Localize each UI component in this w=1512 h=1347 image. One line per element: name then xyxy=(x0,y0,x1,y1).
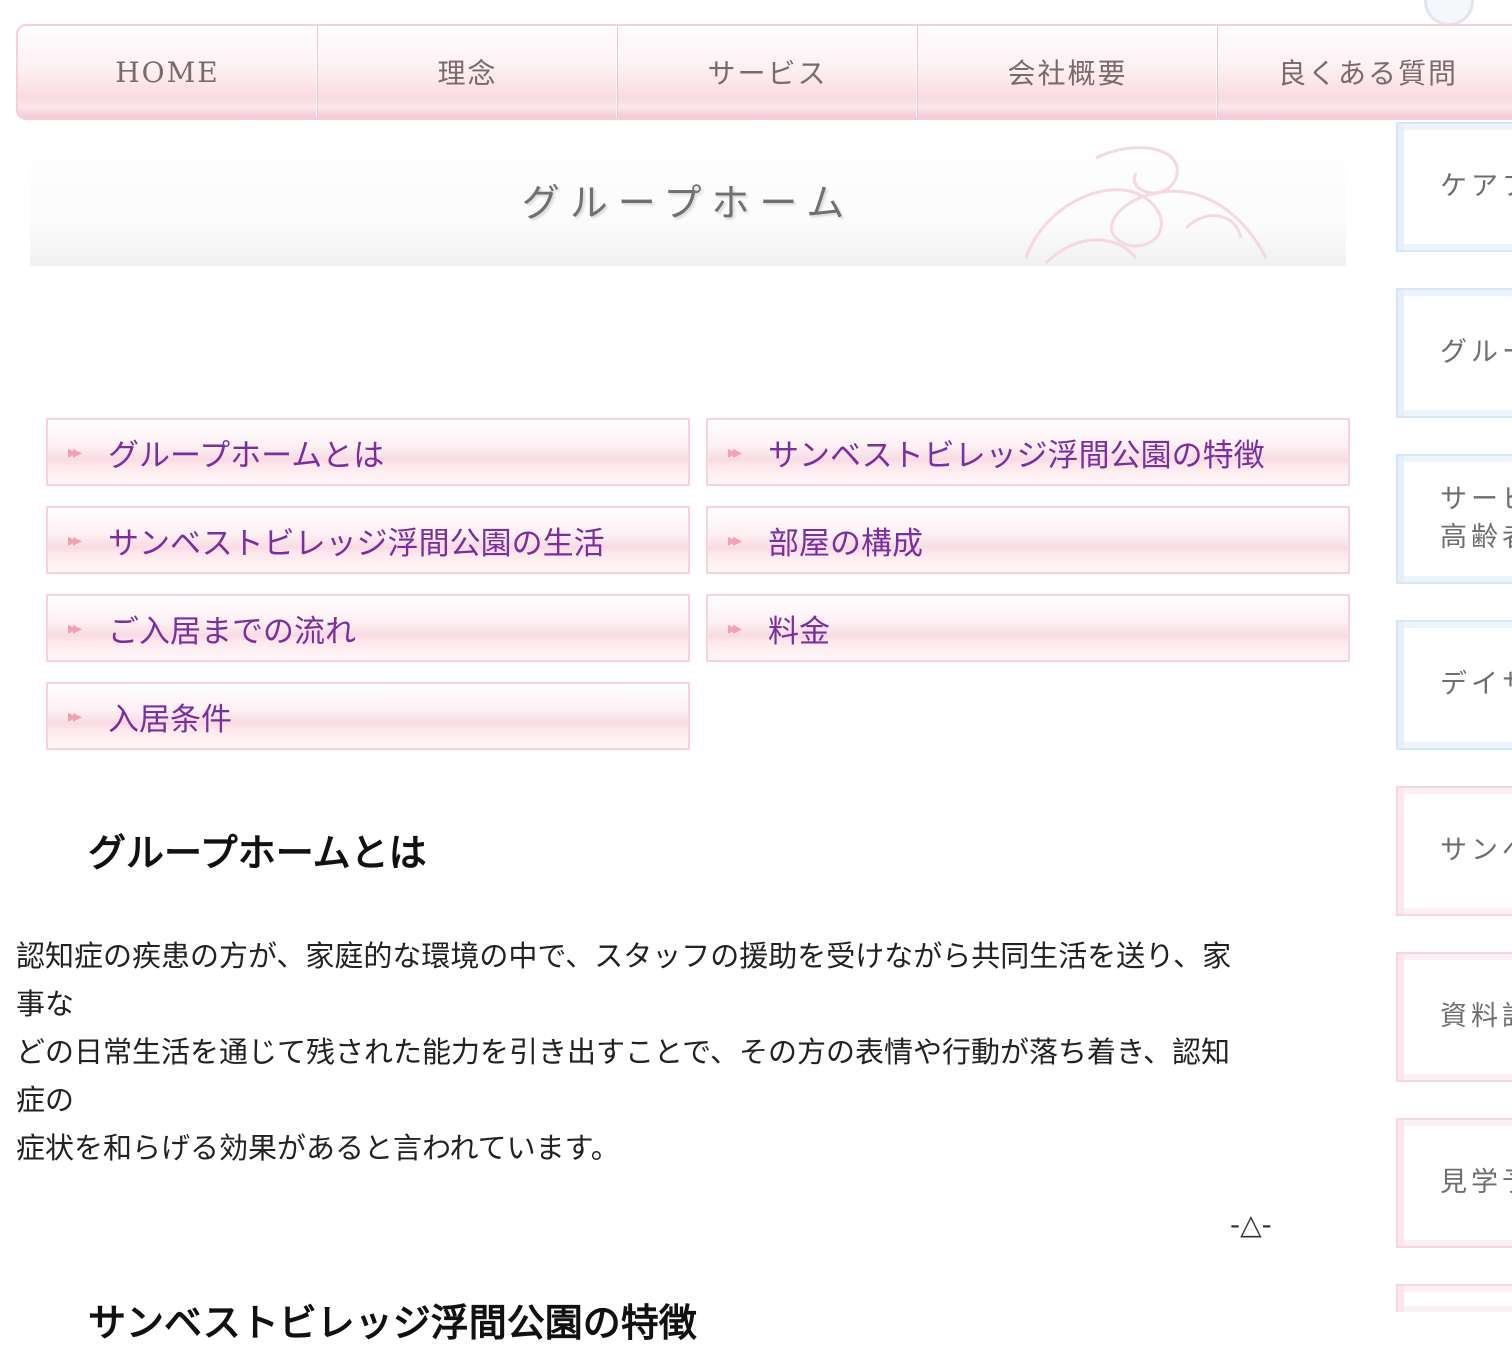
anchor-link-rooms[interactable]: ▸▸ 部屋の構成 xyxy=(706,506,1350,574)
paragraph-line: 事な xyxy=(16,987,75,1021)
paragraph-line: 症の xyxy=(16,1083,75,1117)
sidebar-label-line: デイサ xyxy=(1440,669,1512,700)
anchor-link-label: グループホームとは xyxy=(108,437,385,474)
anchor-link-conditions[interactable]: ▸▸ 入居条件 xyxy=(46,682,690,750)
page-title: グループホーム xyxy=(521,181,855,225)
paragraph-line: 症状を和らげる効果があると言われています。 xyxy=(16,1131,620,1165)
anchor-link-admission-flow[interactable]: ▸▸ ご入居までの流れ xyxy=(46,594,690,662)
double-chevron-right-icon: ▸▸ xyxy=(68,705,82,727)
sidebar-item-label: サンベ xyxy=(1440,832,1512,870)
nav-item-company[interactable]: 会社概要 xyxy=(918,26,1218,118)
double-chevron-right-icon: ▸▸ xyxy=(68,441,82,463)
sidebar-item-visit-booking[interactable]: 見学予 xyxy=(1396,1118,1512,1248)
sidebar-label-line: 資料請 xyxy=(1440,1001,1512,1032)
next-section-heading: サンベストビレッジ浮間公園の特徴 xyxy=(88,1301,697,1345)
section-paragraph: 認知症の疾患の方が、家庭的な環境の中で、スタッフの援助を受けながら共同生活を送り… xyxy=(16,932,1366,1172)
sidebar-item-label: ケアプ xyxy=(1440,168,1512,206)
back-to-top-link[interactable]: -△- xyxy=(1230,1208,1272,1241)
global-nav: HOME 理念 サービス 会社概要 良くある質問 xyxy=(16,24,1512,120)
sidebar-item-label: 資料請 xyxy=(1440,998,1512,1036)
sidebar-label-line: グルー xyxy=(1440,337,1512,368)
paragraph-line: どの日常生活を通じて残された能力を引き出すことで、その方の表情や行動が落ち着き、… xyxy=(16,1035,1230,1069)
sidebar-item-label: デイサ xyxy=(1440,666,1512,704)
anchor-link-label: 部屋の構成 xyxy=(768,525,923,562)
double-chevron-right-icon: ▸▸ xyxy=(68,617,82,639)
anchor-link-features[interactable]: ▸▸ サンベストビレッジ浮間公園の特徴 xyxy=(706,418,1350,486)
sidebar-label-line: 高齢者 xyxy=(1440,522,1512,553)
double-chevron-right-icon: ▸▸ xyxy=(68,529,82,551)
anchor-link-daily-life[interactable]: ▸▸ サンベストビレッジ浮間公園の生活 xyxy=(46,506,690,574)
anchor-link-label: サンベストビレッジ浮間公園の特徴 xyxy=(768,437,1265,474)
sidebar-item-label: 見学予 xyxy=(1440,1164,1512,1202)
double-chevron-right-icon: ▸▸ xyxy=(728,441,742,463)
sidebar-label-line: ケアプ xyxy=(1440,171,1512,202)
sidebar-item-care-plan[interactable]: ケアプ xyxy=(1396,122,1512,252)
nav-item-philosophy[interactable]: 理念 xyxy=(318,26,618,118)
sidebar-item-label: サービ 高齢者 xyxy=(1440,481,1512,557)
anchor-link-label: ご入居までの流れ xyxy=(108,613,356,650)
sidebar-label-line: 見学予 xyxy=(1440,1167,1512,1198)
sidebar-item-group-home[interactable]: グルー xyxy=(1396,288,1512,418)
anchor-link-label: サンベストビレッジ浮間公園の生活 xyxy=(108,525,605,562)
sidebar-item-next[interactable] xyxy=(1396,1284,1512,1312)
sidebar-label-line: サービ xyxy=(1440,484,1512,515)
anchor-link-about[interactable]: ▸▸ グループホームとは xyxy=(46,418,690,486)
paragraph-line: 認知症の疾患の方が、家庭的な環境の中で、スタッフの援助を受けながら共同生活を送り… xyxy=(16,939,1232,973)
sidebar-item-day-service[interactable]: デイサ xyxy=(1396,620,1512,750)
sidebar-item-sunbest[interactable]: サンベ xyxy=(1396,786,1512,916)
sidebar-item-service-housing[interactable]: サービ 高齢者 xyxy=(1396,454,1512,584)
anchor-link-label: 料金 xyxy=(768,613,830,650)
nav-item-faq[interactable]: 良くある質問 xyxy=(1218,26,1512,118)
double-chevron-right-icon: ▸▸ xyxy=(728,529,742,551)
nav-item-home[interactable]: HOME xyxy=(18,26,318,118)
anchor-link-fees[interactable]: ▸▸ 料金 xyxy=(706,594,1350,662)
anchor-link-label: 入居条件 xyxy=(108,701,232,738)
sidebar-item-brochure-request[interactable]: 資料請 xyxy=(1396,952,1512,1082)
scroll-circle-icon xyxy=(1424,0,1474,26)
double-chevron-right-icon: ▸▸ xyxy=(728,617,742,639)
section-heading: グループホームとは xyxy=(88,831,427,875)
nav-item-services[interactable]: サービス xyxy=(618,26,918,118)
sidebar-label-line: サンベ xyxy=(1440,835,1512,866)
page-header: グループホーム xyxy=(30,128,1346,266)
sidebar-item-label: グルー xyxy=(1440,334,1512,372)
